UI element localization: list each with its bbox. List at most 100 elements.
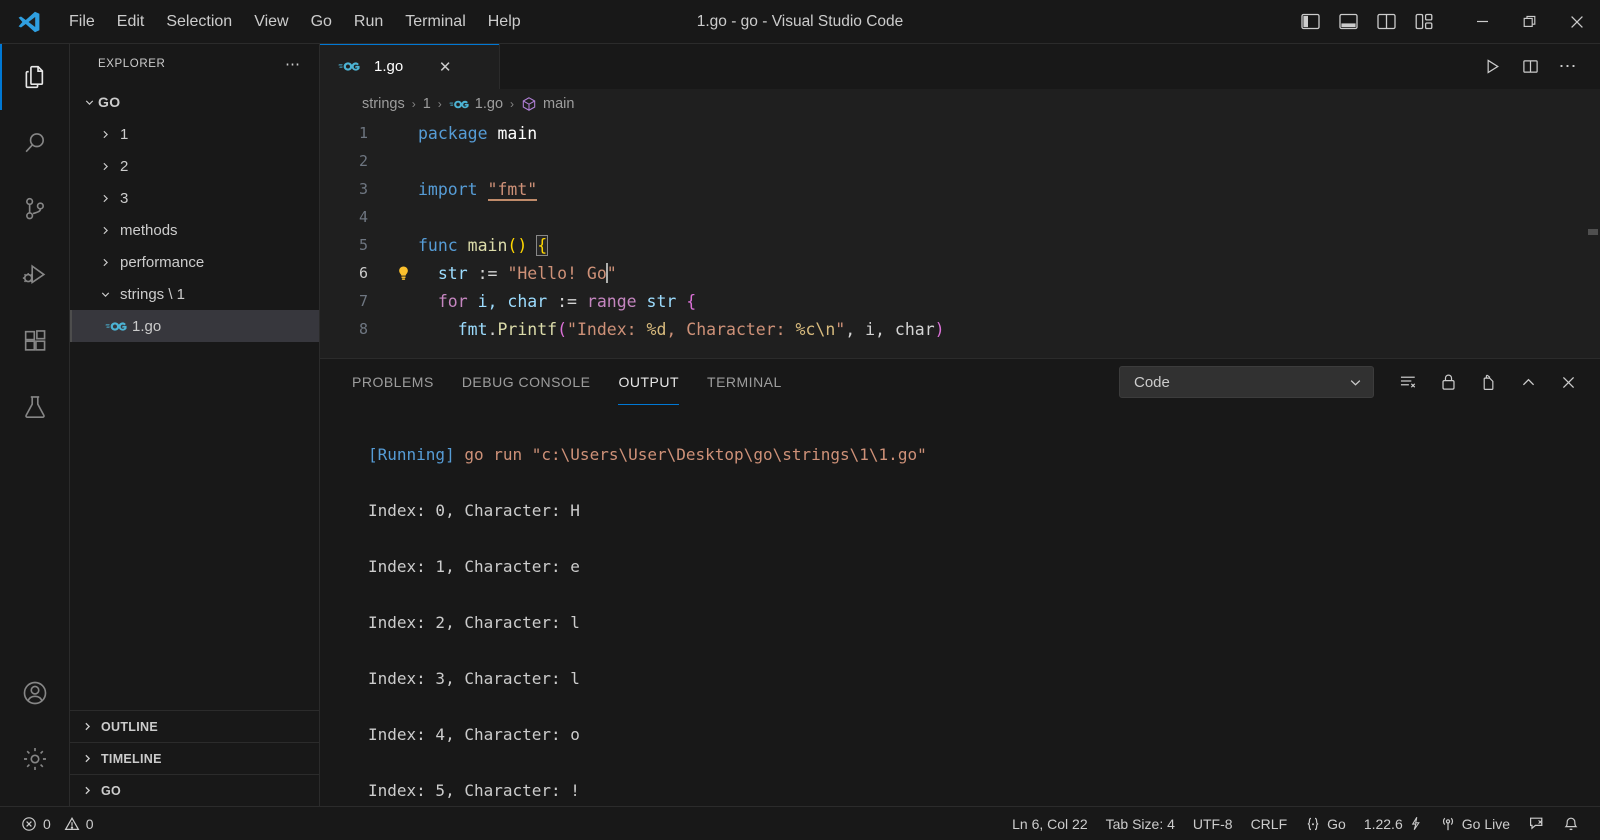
code-editor[interactable]: 1 package main 2 3 import "fmt" 4 5 func… bbox=[320, 119, 1600, 358]
breadcrumb-label: 1.go bbox=[474, 96, 504, 112]
tab-problems[interactable]: PROBLEMS bbox=[338, 359, 448, 405]
line-number: 1 bbox=[358, 124, 368, 142]
status-language-mode[interactable]: Go bbox=[1296, 807, 1355, 840]
sidebar-section-go[interactable]: GO bbox=[70, 774, 319, 806]
file-tree: GO 1 2 3 methods performance strings \ 1… bbox=[70, 84, 319, 710]
minimize-button[interactable] bbox=[1459, 0, 1506, 44]
breadcrumb-item-1[interactable]: 1 bbox=[423, 96, 431, 112]
tree-item-label: strings \ 1 bbox=[120, 285, 186, 303]
zap-icon bbox=[1409, 816, 1422, 831]
debug-icon bbox=[21, 261, 49, 289]
line-number: 4 bbox=[358, 208, 368, 226]
output-line: Index: 1, Character: e bbox=[368, 557, 580, 576]
menu-edit[interactable]: Edit bbox=[106, 8, 156, 36]
status-warnings[interactable]: 0 bbox=[62, 807, 103, 840]
menu-help[interactable]: Help bbox=[477, 8, 532, 36]
tree-item-2[interactable]: 2 bbox=[70, 150, 319, 182]
status-eol[interactable]: CRLF bbox=[1242, 807, 1297, 840]
run-code-button[interactable] bbox=[1474, 50, 1510, 84]
token-operator: := bbox=[467, 264, 508, 283]
turn-auto-scrolling-off-button[interactable] bbox=[1430, 365, 1466, 399]
chevron-right-icon bbox=[96, 256, 114, 269]
menu-bar: File Edit Selection View Go Run Terminal… bbox=[58, 8, 532, 36]
output-line: Index: 3, Character: l bbox=[368, 669, 580, 688]
status-tab-size[interactable]: Tab Size: 4 bbox=[1097, 807, 1184, 840]
token-paren: ) bbox=[934, 319, 945, 339]
account-icon bbox=[21, 679, 49, 707]
code-line-5: 5 func main() { bbox=[320, 231, 1600, 259]
editor-scrollbar[interactable] bbox=[1586, 119, 1600, 358]
bell-icon bbox=[1563, 816, 1579, 832]
sidebar-section-outline[interactable]: OUTLINE bbox=[70, 710, 319, 742]
customize-layout-icon[interactable] bbox=[1407, 6, 1441, 38]
activitybar-item-extensions[interactable] bbox=[0, 308, 70, 374]
code-content: str := "Hello! Go" bbox=[418, 263, 1600, 283]
toggle-panel-icon[interactable] bbox=[1331, 6, 1365, 38]
breadcrumb-separator: › bbox=[510, 97, 515, 111]
tab-debug-console[interactable]: DEBUG CONSOLE bbox=[448, 359, 605, 405]
token-keyword: import bbox=[418, 179, 478, 199]
tab-terminal[interactable]: TERMINAL bbox=[693, 359, 796, 405]
status-notifications[interactable] bbox=[1554, 807, 1588, 840]
maximize-panel-button[interactable] bbox=[1510, 365, 1546, 399]
menu-selection[interactable]: Selection bbox=[155, 8, 243, 36]
menu-view[interactable]: View bbox=[243, 8, 299, 36]
tab-close-button[interactable]: ✕ bbox=[434, 56, 456, 78]
breadcrumb-item-main[interactable]: main bbox=[521, 96, 574, 112]
status-cursor-position[interactable]: Ln 6, Col 22 bbox=[1003, 807, 1097, 840]
status-errors[interactable]: 0 bbox=[12, 807, 60, 840]
activitybar-item-run-and-debug[interactable] bbox=[0, 242, 70, 308]
activitybar-item-source-control[interactable] bbox=[0, 176, 70, 242]
menu-terminal[interactable]: Terminal bbox=[394, 8, 476, 36]
running-command: go run "c:\Users\User\Desktop\go\strings… bbox=[454, 445, 927, 464]
code-content: import "fmt" bbox=[418, 179, 1600, 201]
toggle-primary-sidebar-icon[interactable] bbox=[1293, 6, 1327, 38]
line-number: 3 bbox=[358, 180, 368, 198]
menu-file[interactable]: File bbox=[58, 8, 106, 36]
status-go-version[interactable]: 1.22.6 bbox=[1355, 807, 1431, 840]
tab-1-go[interactable]: 1.go ✕ bbox=[320, 44, 500, 89]
activitybar-item-search[interactable] bbox=[0, 110, 70, 176]
language-label: Go bbox=[1327, 815, 1346, 832]
tree-item-1-go[interactable]: 1.go bbox=[70, 310, 319, 342]
toggle-secondary-sidebar-icon[interactable] bbox=[1369, 6, 1403, 38]
sidebar-more-actions-button[interactable]: ⋯ bbox=[277, 55, 309, 73]
restore-button[interactable] bbox=[1506, 0, 1553, 44]
more-actions-button[interactable]: ⋯ bbox=[1550, 50, 1586, 84]
editor-group: 1.go ✕ ⋯ strings › 1 › 1.go › main 1 pac… bbox=[320, 44, 1600, 806]
breadcrumb-item-strings[interactable]: strings bbox=[362, 96, 405, 112]
token-paren: ( bbox=[557, 319, 568, 339]
tree-item-methods[interactable]: methods bbox=[70, 214, 319, 246]
activitybar-item-manage[interactable] bbox=[0, 726, 70, 792]
activitybar-item-explorer[interactable] bbox=[0, 44, 70, 110]
close-panel-button[interactable] bbox=[1550, 365, 1586, 399]
scrollbar-thumb[interactable] bbox=[1588, 229, 1598, 235]
activitybar-item-testing[interactable] bbox=[0, 374, 70, 440]
tab-output[interactable]: OUTPUT bbox=[604, 359, 693, 405]
breadcrumb-separator: › bbox=[437, 97, 442, 111]
tree-item-1[interactable]: 1 bbox=[70, 118, 319, 150]
open-output-in-editor-button[interactable] bbox=[1470, 365, 1506, 399]
tree-item-3[interactable]: 3 bbox=[70, 182, 319, 214]
clear-output-button[interactable] bbox=[1390, 365, 1426, 399]
tree-item-strings-1[interactable]: strings \ 1 bbox=[70, 278, 319, 310]
split-editor-button[interactable] bbox=[1512, 50, 1548, 84]
vscode-window: File Edit Selection View Go Run Terminal… bbox=[0, 0, 1600, 840]
breadcrumb-item-1-go[interactable]: 1.go bbox=[449, 96, 503, 112]
status-encoding[interactable]: UTF-8 bbox=[1184, 807, 1242, 840]
status-feedback[interactable] bbox=[1519, 807, 1554, 840]
menu-go[interactable]: Go bbox=[300, 8, 343, 36]
tree-item-go[interactable]: GO bbox=[70, 86, 319, 118]
lightbulb-icon[interactable] bbox=[388, 265, 418, 282]
output-content[interactable]: [Running] go run "c:\Users\User\Desktop\… bbox=[320, 405, 1600, 806]
sidebar-section-timeline[interactable]: TIMELINE bbox=[70, 742, 319, 774]
activitybar-item-accounts[interactable] bbox=[0, 660, 70, 726]
status-go-live[interactable]: Go Live bbox=[1431, 807, 1519, 840]
output-channel-select[interactable]: Code bbox=[1119, 366, 1374, 398]
close-button[interactable] bbox=[1553, 0, 1600, 44]
feedback-icon bbox=[1528, 815, 1545, 832]
tree-item-performance[interactable]: performance bbox=[70, 246, 319, 278]
token-string: , Character: bbox=[666, 319, 796, 339]
tabs-empty-space bbox=[500, 44, 1474, 89]
menu-run[interactable]: Run bbox=[343, 8, 394, 36]
